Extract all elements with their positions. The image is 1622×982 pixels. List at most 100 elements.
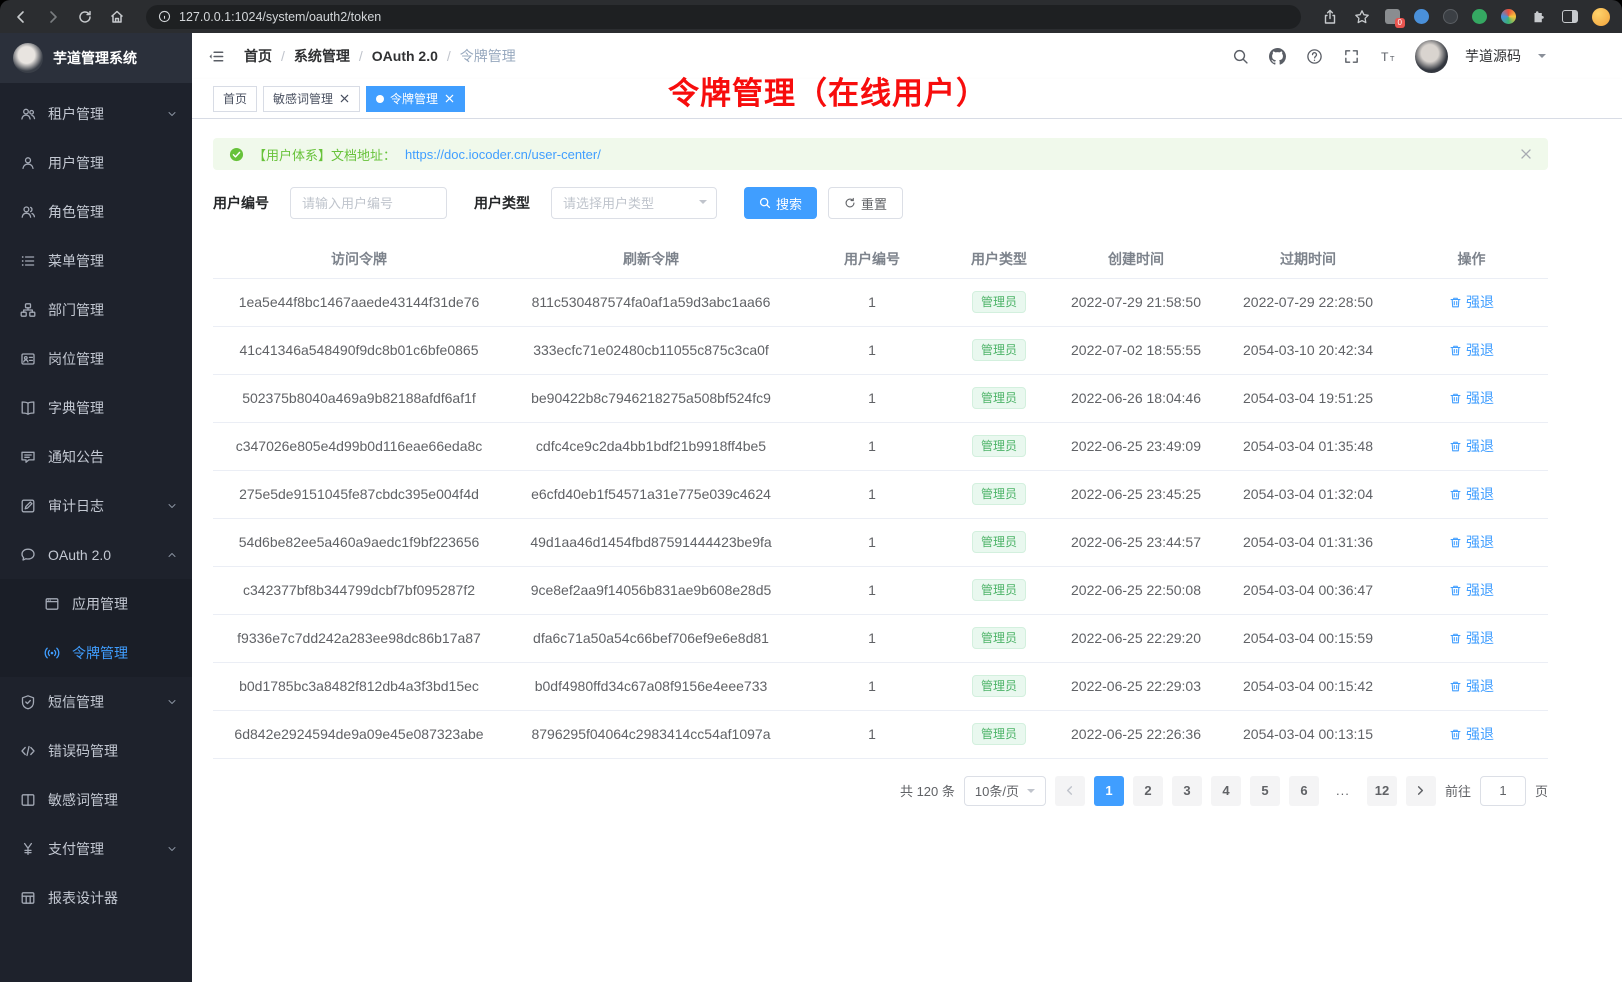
user-avatar[interactable] [1415,40,1448,73]
cell-access-token: b0d1785bc3a8482f812db4a3f3bd15ec [213,662,505,710]
chevron-down-icon [166,843,178,855]
goto-page-input[interactable] [1480,776,1526,806]
cell-expire-time: 2054-03-04 00:36:47 [1221,566,1395,614]
address-bar[interactable]: 127.0.0.1:1024/system/oauth2/token [146,5,1301,29]
user-type-tag: 管理员 [972,723,1026,745]
share-icon[interactable] [1321,8,1339,26]
sidebar-item-audit-log[interactable]: 审计日志 [0,481,192,530]
column-header: 过期时间 [1221,240,1395,278]
side-panel-icon[interactable] [1562,10,1578,23]
users2-icon [20,204,36,220]
github-icon[interactable] [1267,46,1287,66]
sidebar-item-oauth2-token-management[interactable]: 令牌管理 [0,628,192,677]
breadcrumb-item[interactable]: 系统管理 [294,46,350,66]
extension-icon[interactable] [1472,9,1487,24]
filter-form: 用户编号 用户类型 搜索 重置 [213,187,1548,219]
page-button-5[interactable]: 5 [1250,776,1280,806]
extension-icon[interactable] [1443,9,1458,24]
next-page-button[interactable] [1406,776,1436,806]
page-button-4[interactable]: 4 [1211,776,1241,806]
fullscreen-icon[interactable] [1341,46,1361,66]
app-title: 芋道管理系统 [53,48,137,68]
force-logout-button[interactable]: 强退 [1449,292,1494,312]
cell-user-type: 管理员 [947,278,1051,326]
search-button[interactable]: 搜索 [744,187,817,219]
sidebar-item-dept-management[interactable]: 部门管理 [0,285,192,334]
tab-home[interactable]: 首页 [213,86,257,112]
sidebar-item-oauth2-app-management[interactable]: 应用管理 [0,579,192,628]
collapse-sidebar-icon[interactable] [206,46,226,66]
chevron-down-icon [166,500,178,512]
svg-text:T: T [1380,49,1388,63]
page-button-2[interactable]: 2 [1133,776,1163,806]
breadcrumb-item[interactable]: OAuth 2.0 [372,48,438,64]
home-icon[interactable] [108,8,126,26]
force-logout-button[interactable]: 强退 [1449,436,1494,456]
search-icon[interactable] [1230,46,1250,66]
close-icon[interactable] [1520,148,1532,160]
back-icon[interactable] [12,8,30,26]
tab-sensitive-word-management[interactable]: 敏感词管理 [263,86,360,112]
sidebar-item-sensitive-word-management[interactable]: 敏感词管理 [0,775,192,824]
cell-user-id: 1 [797,422,947,470]
tab-token-management[interactable]: 令牌管理 [366,86,465,112]
sidebar-item-user-management[interactable]: 用户管理 [0,138,192,187]
force-logout-button[interactable]: 强退 [1449,580,1494,600]
force-logout-button[interactable]: 强退 [1449,628,1494,648]
font-size-icon[interactable]: TT [1378,46,1398,66]
force-logout-button[interactable]: 强退 [1449,676,1494,696]
user-type-tag: 管理员 [972,291,1026,313]
page-button-1[interactable]: 1 [1094,776,1124,806]
page-button-6[interactable]: 6 [1289,776,1319,806]
refresh-icon [844,197,856,209]
sidebar-item-post-management[interactable]: 岗位管理 [0,334,192,383]
cell-actions: 强退 [1395,710,1548,758]
sidebar-item-error-code-management[interactable]: 错误码管理 [0,726,192,775]
user-type-select[interactable] [551,187,717,219]
reload-icon[interactable] [76,8,94,26]
cell-expire-time: 2054-03-04 00:15:59 [1221,614,1395,662]
app-logo[interactable]: 芋道管理系统 [0,33,192,83]
sidebar-item-payment-management[interactable]: 支付管理 [0,824,192,873]
help-icon[interactable] [1304,46,1324,66]
force-logout-button[interactable]: 强退 [1449,388,1494,408]
extensions-puzzle-icon[interactable] [1530,8,1548,26]
close-icon[interactable] [444,93,455,104]
force-logout-button[interactable]: 强退 [1449,724,1494,744]
user-type-tag: 管理员 [972,531,1026,553]
browser-profile-avatar[interactable] [1592,8,1610,26]
breadcrumb-item[interactable]: 首页 [244,46,272,66]
bookmark-star-icon[interactable] [1353,8,1371,26]
page-button-12[interactable]: 12 [1367,776,1397,806]
prev-page-button[interactable] [1055,776,1085,806]
chevron-up-icon [166,549,178,561]
list-icon [20,253,36,269]
reset-button[interactable]: 重置 [828,187,903,219]
chevron-down-icon[interactable] [1538,54,1546,62]
sidebar-item-menu-management[interactable]: 菜单管理 [0,236,192,285]
force-logout-button[interactable]: 强退 [1449,484,1494,504]
user-name[interactable]: 芋道源码 [1465,46,1521,66]
doc-link[interactable]: https://doc.iocoder.cn/user-center/ [405,147,601,162]
sidebar-item-oauth2[interactable]: OAuth 2.0 [0,530,192,579]
page-size-select[interactable]: 10条/页 [964,776,1046,806]
sidebar-item-report-designer[interactable]: 报表设计器 [0,873,192,922]
sidebar-item-notice-management[interactable]: 通知公告 [0,432,192,481]
extension-icon[interactable] [1501,9,1516,24]
goto-label: 前往 [1445,781,1471,800]
sidebar-item-sms-management[interactable]: 短信管理 [0,677,192,726]
extension-icon[interactable]: 0 [1385,9,1400,24]
user-id-input[interactable] [290,187,447,219]
page-button-3[interactable]: 3 [1172,776,1202,806]
cell-create-time: 2022-06-25 22:50:08 [1051,566,1221,614]
extension-icon[interactable] [1414,9,1429,24]
close-icon[interactable] [339,93,350,104]
force-logout-button[interactable]: 强退 [1449,532,1494,552]
pagination-more[interactable]: ... [1328,776,1358,806]
forward-icon[interactable] [44,8,62,26]
force-logout-button[interactable]: 强退 [1449,340,1494,360]
user-type-tag: 管理员 [972,627,1026,649]
sidebar-item-role-management[interactable]: 角色管理 [0,187,192,236]
sidebar-item-dict-management[interactable]: 字典管理 [0,383,192,432]
sidebar-item-tenant-management[interactable]: 租户管理 [0,89,192,138]
